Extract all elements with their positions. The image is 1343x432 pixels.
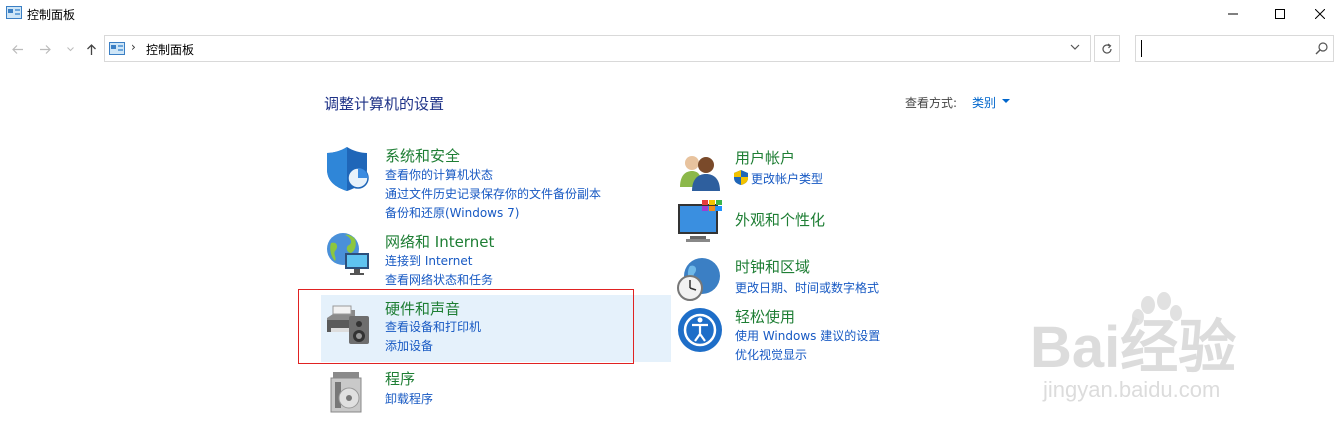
link-devices-printers[interactable]: 查看设备和打印机 bbox=[385, 318, 481, 335]
baidu-watermark: Bai经验 jingyan.baidu.com bbox=[1030, 285, 1330, 405]
page-title: 调整计算机的设置 bbox=[324, 95, 445, 113]
refresh-icon bbox=[1102, 43, 1112, 54]
refresh-button[interactable] bbox=[1094, 35, 1120, 62]
control-panel-icon bbox=[109, 42, 125, 55]
arrow-right-icon bbox=[39, 44, 51, 54]
monitor-palette-icon bbox=[678, 200, 722, 242]
link-file-history[interactable]: 通过文件历史记录保存你的文件备份副本 bbox=[385, 185, 601, 202]
view-by-label: 查看方式: bbox=[905, 96, 958, 110]
watermark-url: jingyan.baidu.com bbox=[1043, 377, 1221, 402]
back-button[interactable] bbox=[10, 42, 24, 56]
category-title[interactable]: 硬件和声音 bbox=[385, 298, 460, 319]
category-title[interactable]: 用户帐户 bbox=[735, 147, 795, 168]
minimize-button[interactable] bbox=[1210, 0, 1256, 28]
link-uninstall-program[interactable]: 卸载程序 bbox=[385, 390, 433, 407]
watermark-text: Bai经验 bbox=[1030, 315, 1236, 380]
link-add-device[interactable]: 添加设备 bbox=[385, 337, 433, 354]
link-change-date-time-format[interactable]: 更改日期、时间或数字格式 bbox=[735, 279, 879, 296]
search-icon[interactable] bbox=[1315, 42, 1328, 55]
category-title[interactable]: 网络和 Internet bbox=[385, 231, 494, 252]
shield-icon bbox=[327, 147, 369, 191]
search-box[interactable] bbox=[1135, 35, 1334, 62]
link-view-computer-status[interactable]: 查看你的计算机状态 bbox=[385, 166, 493, 183]
chevron-down-icon bbox=[66, 46, 74, 51]
minimize-icon bbox=[1228, 13, 1238, 15]
link-network-status[interactable]: 查看网络状态和任务 bbox=[385, 271, 493, 288]
category-title[interactable]: 外观和个性化 bbox=[735, 209, 825, 230]
breadcrumb-control-panel[interactable]: 控制面板 bbox=[146, 41, 194, 58]
search-input[interactable] bbox=[1139, 39, 1299, 58]
link-backup-restore[interactable]: 备份和还原(Windows 7) bbox=[385, 204, 519, 221]
close-icon bbox=[1315, 9, 1325, 19]
view-by-dropdown[interactable]: 类别 bbox=[972, 94, 996, 111]
close-button[interactable] bbox=[1297, 0, 1343, 28]
up-button[interactable] bbox=[84, 42, 98, 56]
clock-globe-icon bbox=[677, 258, 720, 301]
arrow-up-icon bbox=[86, 43, 96, 55]
control-panel-icon bbox=[6, 6, 22, 19]
title-bar: 控制面板 bbox=[0, 0, 1343, 28]
caret-down-icon[interactable] bbox=[1002, 99, 1010, 104]
address-toolbar: › 控制面板 bbox=[0, 33, 1343, 65]
network-globe-icon bbox=[327, 233, 369, 275]
maximize-icon bbox=[1275, 9, 1285, 19]
forward-button[interactable] bbox=[38, 42, 52, 56]
chevron-down-icon[interactable] bbox=[1070, 44, 1080, 51]
category-title[interactable]: 轻松使用 bbox=[735, 306, 795, 327]
printer-speaker-icon bbox=[327, 305, 369, 344]
address-bar[interactable]: › 控制面板 bbox=[104, 35, 1091, 62]
ease-of-access-icon bbox=[678, 308, 722, 352]
link-connect-internet[interactable]: 连接到 Internet bbox=[385, 252, 472, 269]
arrow-left-icon bbox=[11, 44, 23, 54]
category-title[interactable]: 系统和安全 bbox=[385, 145, 460, 166]
programs-box-icon bbox=[330, 372, 362, 413]
link-change-account-type[interactable]: 更改帐户类型 bbox=[751, 170, 823, 187]
category-title[interactable]: 程序 bbox=[385, 368, 415, 389]
window-title: 控制面板 bbox=[27, 8, 76, 22]
link-recommended-settings[interactable]: 使用 Windows 建议的设置 bbox=[735, 327, 880, 344]
breadcrumb-separator-icon[interactable]: › bbox=[131, 40, 136, 54]
recent-locations-button[interactable] bbox=[63, 42, 77, 56]
text-cursor bbox=[1141, 40, 1142, 57]
category-title[interactable]: 时钟和区域 bbox=[735, 256, 810, 277]
uac-shield-icon bbox=[734, 170, 748, 185]
link-optimize-visual-display[interactable]: 优化视觉显示 bbox=[735, 346, 807, 363]
users-icon bbox=[680, 156, 720, 191]
